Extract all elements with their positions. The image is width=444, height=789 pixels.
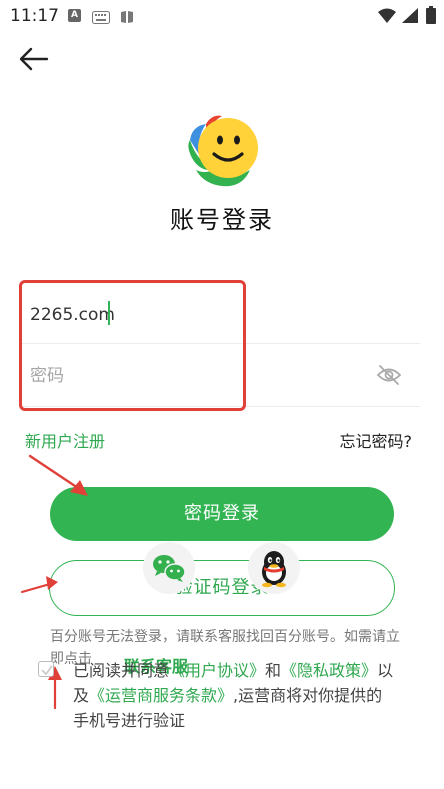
page-title: 账号登录 bbox=[170, 206, 274, 234]
agreement-text: 已阅读并同意《用户协议》和《隐私政策》以及《运营商服务条款》,运营商将对你提供的… bbox=[73, 658, 398, 733]
wechat-login-button[interactable] bbox=[143, 542, 195, 594]
a-notification-icon: A bbox=[68, 9, 81, 22]
book-icon bbox=[120, 9, 134, 28]
code-login-button[interactable]: 验证码登录 bbox=[49, 560, 395, 616]
check-icon bbox=[41, 665, 53, 676]
signal-icon bbox=[402, 8, 418, 27]
eye-off-icon[interactable] bbox=[376, 364, 402, 386]
arrow-left-icon bbox=[19, 47, 49, 71]
account-row bbox=[20, 282, 420, 344]
text-cursor bbox=[108, 301, 110, 325]
keyboard-icon bbox=[92, 9, 110, 28]
account-input[interactable] bbox=[30, 298, 360, 332]
password-login-button[interactable]: 密码登录 bbox=[50, 487, 394, 541]
agreement-part: 和 bbox=[265, 661, 282, 680]
agreement-part: 已阅读并同意 bbox=[73, 661, 170, 680]
password-row bbox=[20, 345, 420, 407]
wifi-icon bbox=[378, 8, 396, 27]
register-link[interactable]: 新用户注册 bbox=[25, 428, 105, 452]
carrier-terms-link[interactable]: 《运营商服务条款》 bbox=[89, 686, 233, 705]
status-time: 11:17 bbox=[10, 6, 59, 26]
user-agreement-link[interactable]: 《用户协议》 bbox=[169, 661, 265, 680]
app-logo bbox=[184, 112, 260, 190]
qq-login-button[interactable] bbox=[248, 542, 300, 594]
battery-icon bbox=[426, 6, 436, 28]
status-bar: 11:17 A bbox=[0, 0, 444, 34]
back-button[interactable] bbox=[16, 44, 52, 74]
password-input[interactable] bbox=[30, 359, 360, 393]
qq-icon bbox=[262, 551, 286, 588]
privacy-policy-link[interactable]: 《隐私政策》 bbox=[281, 661, 377, 680]
agreement-checkbox[interactable] bbox=[38, 661, 54, 677]
forgot-password-link[interactable]: 忘记密码? bbox=[340, 428, 413, 452]
wechat-icon bbox=[153, 555, 186, 582]
